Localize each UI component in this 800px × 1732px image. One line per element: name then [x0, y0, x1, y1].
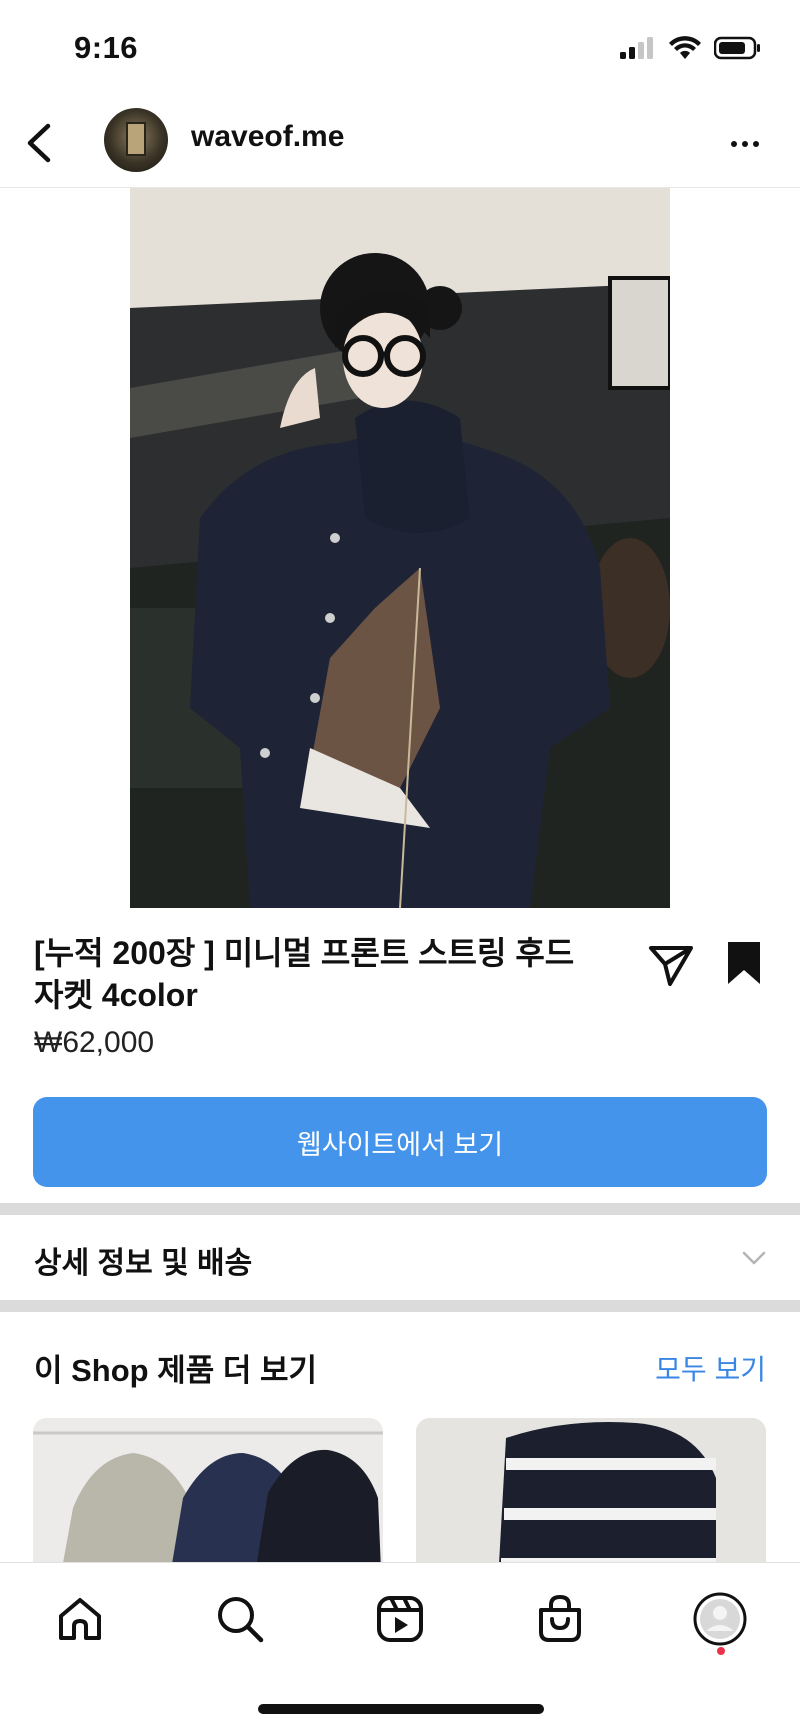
status-time: 9:16: [74, 30, 139, 65]
username[interactable]: waveof.me: [191, 120, 344, 154]
home-icon: [59, 1598, 101, 1640]
nav-shop[interactable]: [530, 1589, 590, 1649]
more-options-button[interactable]: [720, 122, 770, 166]
bottom-navigation: [0, 1562, 800, 1732]
details-shipping-row[interactable]: 상세 정보 및 배송: [0, 1216, 800, 1300]
nav-reels[interactable]: [370, 1589, 430, 1649]
product-photo: [130, 188, 670, 908]
avatar-image: [126, 122, 146, 156]
share-button[interactable]: [646, 940, 696, 990]
more-from-shop-title: 이 Shop 제품 더 보기: [34, 1353, 318, 1388]
product-price: ₩62,000: [34, 1026, 155, 1059]
battery-icon: [714, 36, 760, 60]
shop-icon: [539, 1594, 581, 1642]
product-title: [누적 200장 ] 미니멀 프론트 스트링 후드 자켓 4color: [34, 935, 575, 1013]
back-button[interactable]: [14, 118, 64, 168]
save-button[interactable]: [724, 940, 768, 990]
chevron-down-icon: [742, 1251, 766, 1265]
status-icons: [620, 36, 762, 60]
avatar[interactable]: [104, 108, 168, 172]
nav-search[interactable]: [210, 1589, 270, 1649]
home-indicator: [258, 1704, 544, 1714]
product-image[interactable]: [130, 188, 670, 908]
details-shipping-label: 상세 정보 및 배송: [34, 1247, 253, 1280]
status-bar: 9:16: [0, 0, 800, 100]
nav-home[interactable]: [50, 1589, 110, 1649]
wifi-icon: [669, 36, 701, 59]
see-all-link[interactable]: 모두 보기: [655, 1348, 766, 1388]
chevron-left-icon: [27, 123, 51, 163]
cellular-signal-icon: [620, 37, 653, 59]
notification-dot: [717, 1647, 725, 1655]
send-icon: [649, 946, 693, 986]
section-divider: [0, 1300, 800, 1312]
section-divider: [0, 1203, 800, 1215]
profile-icon: [693, 1592, 747, 1646]
profile-header: waveof.me: [0, 100, 800, 188]
bookmark-filled-icon: [728, 942, 760, 984]
nav-profile[interactable]: [690, 1589, 750, 1649]
view-on-website-button[interactable]: 웹사이트에서 보기: [33, 1097, 767, 1187]
search-icon: [218, 1597, 264, 1643]
more-horizontal-icon: [731, 141, 737, 147]
reels-icon: [377, 1596, 423, 1642]
